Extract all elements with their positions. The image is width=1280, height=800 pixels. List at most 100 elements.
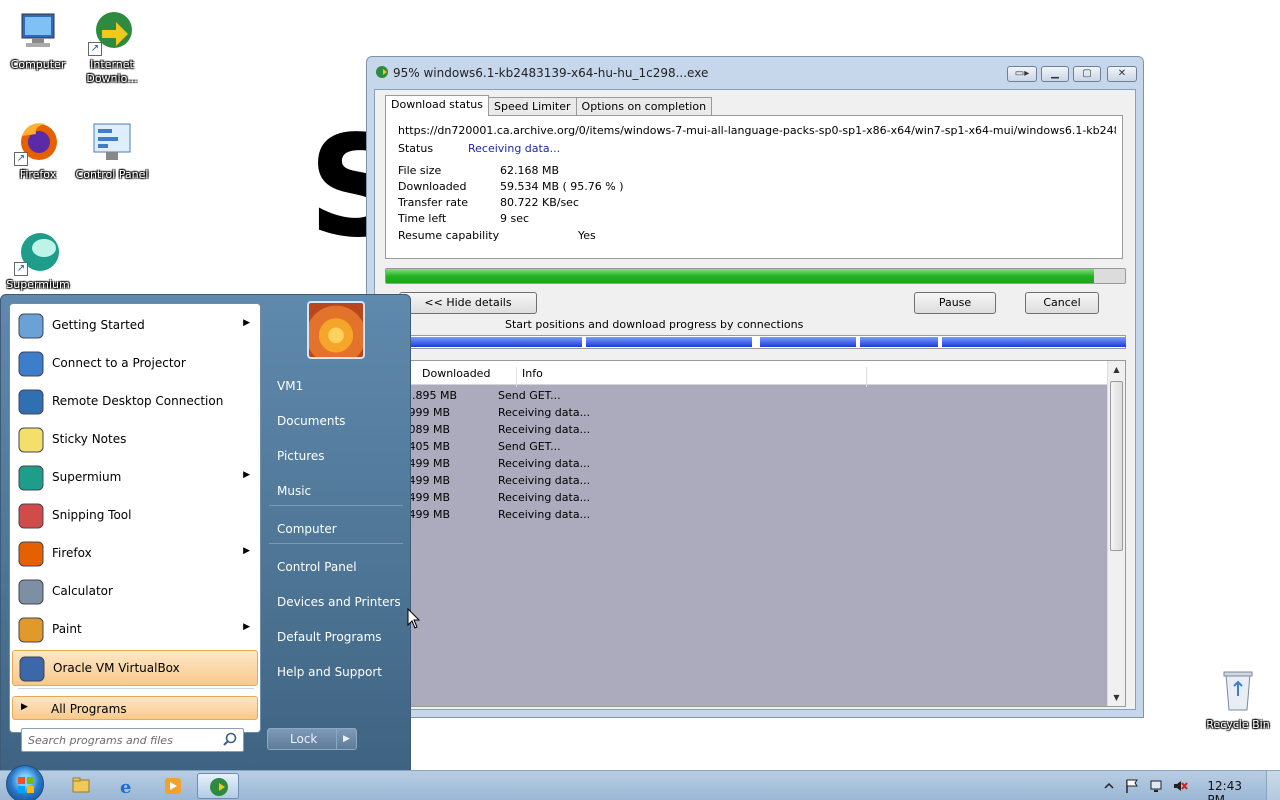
show-hidden-icons-icon[interactable] [1104,781,1114,791]
desktop-icon-label: Recycle Bin [1206,718,1270,731]
maximize-icon: ▢ [1082,68,1092,79]
start-right-computer[interactable]: Computer [277,522,337,536]
table-row[interactable]: 6.499 MB Receiving data... [386,506,1107,523]
status-value: Receiving data... [468,142,561,155]
start-menu-programs-pane: Getting Started ▶ Connect to a Projector Re… [9,303,261,733]
start-menu-item-label: Calculator [52,584,113,598]
desktop-icon-computer[interactable]: Computer [0,8,76,72]
start-right-pictures[interactable]: Pictures [277,449,325,463]
start-menu-item[interactable]: Paint ▶ [12,612,258,648]
start-menu-item-label: Remote Desktop Connection [52,394,224,408]
connections-list[interactable]: Downloaded Info 11.895 MB Send GET... 7.99… [385,360,1126,707]
start-button[interactable] [6,765,44,800]
restore-arrow-button[interactable]: ▭▸ [1007,66,1037,82]
downloaded-label: Downloaded [398,180,467,193]
hide-details-button[interactable]: << Hide details [399,292,537,314]
maximize-button[interactable]: ▢ [1073,66,1101,82]
table-row[interactable]: 6.499 MB Receiving data... [386,472,1107,489]
download-url: https://dn720001.ca.archive.org/0/items/… [398,124,1116,137]
table-row[interactable]: 7.999 MB Receiving data... [386,404,1107,421]
table-row[interactable]: 11.895 MB Send GET... [386,387,1107,404]
volume-muted-icon[interactable] [1172,778,1188,794]
taskbar-ie-button[interactable]: e [106,773,148,799]
search-icon[interactable] [223,732,237,746]
lock-label: Lock [290,732,318,746]
close-button[interactable]: ✕ [1107,66,1137,82]
table-row[interactable]: 6.499 MB Receiving data... [386,455,1107,472]
pause-button[interactable]: Pause [914,292,996,314]
connections-progress-bar [385,335,1126,349]
tab-download-status[interactable]: Download status [385,95,489,116]
cancel-button[interactable]: Cancel [1025,292,1099,314]
start-menu-item[interactable]: Oracle VM VirtualBox [12,650,258,686]
start-menu-item[interactable]: Firefox ▶ [12,536,258,572]
start-menu-item[interactable]: Getting Started ▶ [12,308,258,344]
windows-logo-icon [18,777,34,793]
action-center-flag-icon[interactable] [1124,778,1140,794]
column-header-info[interactable]: Info [522,367,543,380]
start-menu-item[interactable]: Snipping Tool [12,498,258,534]
connection-segment [860,337,938,347]
download-status-pane: https://dn720001.ca.archive.org/0/items/… [385,115,1123,259]
table-row[interactable]: 7.405 MB Send GET... [386,438,1107,455]
start-menu-item-label: Paint [52,622,82,636]
download-window[interactable]: 95% windows6.1-kb2483139-x64-hu-hu_1c298… [366,56,1144,718]
triangle-right-icon: ▶ [21,702,28,712]
connection-segment [586,337,752,347]
start-right-help-support[interactable]: Help and Support [277,665,382,679]
tab-options-on-completion[interactable]: Options on completion [575,97,713,116]
resume-capability-label: Resume capability [398,229,500,242]
table-row[interactable]: 6.499 MB Receiving data... [386,489,1107,506]
downloaded-value: 59.534 MB ( 95.76 % ) [500,180,624,193]
start-right-documents[interactable]: Documents [277,414,345,428]
desktop-icon-label: Computer [10,58,66,71]
scroll-up-icon[interactable]: ▲ [1108,365,1125,374]
start-right-control-panel[interactable]: Control Panel [277,560,357,574]
minimize-button[interactable]: ▁ [1041,66,1069,82]
desktop-icon-supermium[interactable]: ↗ Supermium [0,228,76,292]
transfer-rate-label: Transfer rate [398,196,469,209]
start-menu-item-label: Supermium [52,470,122,484]
taskbar-clock[interactable]: 12:43 PM [1207,779,1242,800]
tab-speed-limiter[interactable]: Speed Limiter [487,97,577,116]
desktop-icon-idm[interactable]: ↗ Internet Downlo... [74,8,150,86]
internet-explorer-icon: e [120,777,131,798]
desktop-icon-recycle-bin[interactable]: Recycle Bin [1200,668,1276,732]
arrow-right-icon: ▭▸ [1014,68,1030,79]
show-desktop-button[interactable] [1266,771,1280,800]
start-menu-item[interactable]: Remote Desktop Connection [12,384,258,420]
taskbar-explorer-button[interactable] [60,773,102,799]
taskbar-idm-button[interactable] [197,773,239,799]
paint-icon [16,615,46,645]
scroll-down-icon[interactable]: ▼ [1108,693,1125,702]
file-size-value: 62.168 MB [500,164,560,177]
power-options-arrow-icon[interactable]: ▶ [336,729,356,749]
start-search-input[interactable]: Search programs and files [21,728,244,752]
start-right-devices-printers[interactable]: Devices and Printers [277,595,401,609]
all-programs-button[interactable]: ▶ All Programs [12,696,258,720]
control-panel-icon [88,118,136,166]
start-menu-item[interactable]: Supermium ▶ [12,460,258,496]
start-right-user[interactable]: VM1 [277,379,303,393]
taskbar-media-player-button[interactable] [152,773,194,799]
start-menu-item[interactable]: Calculator [12,574,258,610]
column-header-downloaded[interactable]: Downloaded [422,367,490,380]
firefox-icon: ↗ [14,118,62,166]
network-icon[interactable] [1149,778,1165,794]
svg-text:e: e [120,777,131,798]
scrollbar-thumb[interactable] [1110,381,1123,551]
user-avatar[interactable] [307,301,365,359]
computer-icon [14,8,62,56]
resume-capability-value: Yes [578,229,596,242]
start-right-default-programs[interactable]: Default Programs [277,630,382,644]
supermium-icon: ↗ [14,228,62,276]
start-menu-item-label: Oracle VM VirtualBox [53,661,180,675]
start-menu-item[interactable]: Sticky Notes [12,422,258,458]
connections-scrollbar[interactable]: ▲ ▼ [1107,361,1125,706]
lock-button[interactable]: Lock ▶ [267,728,357,750]
desktop-icon-control-panel[interactable]: Control Panel [74,118,150,182]
desktop-icon-firefox[interactable]: ↗ Firefox [0,118,76,182]
start-menu-item[interactable]: Connect to a Projector [12,346,258,382]
table-row[interactable]: 6.089 MB Receiving data... [386,421,1107,438]
start-right-music[interactable]: Music [277,484,311,498]
